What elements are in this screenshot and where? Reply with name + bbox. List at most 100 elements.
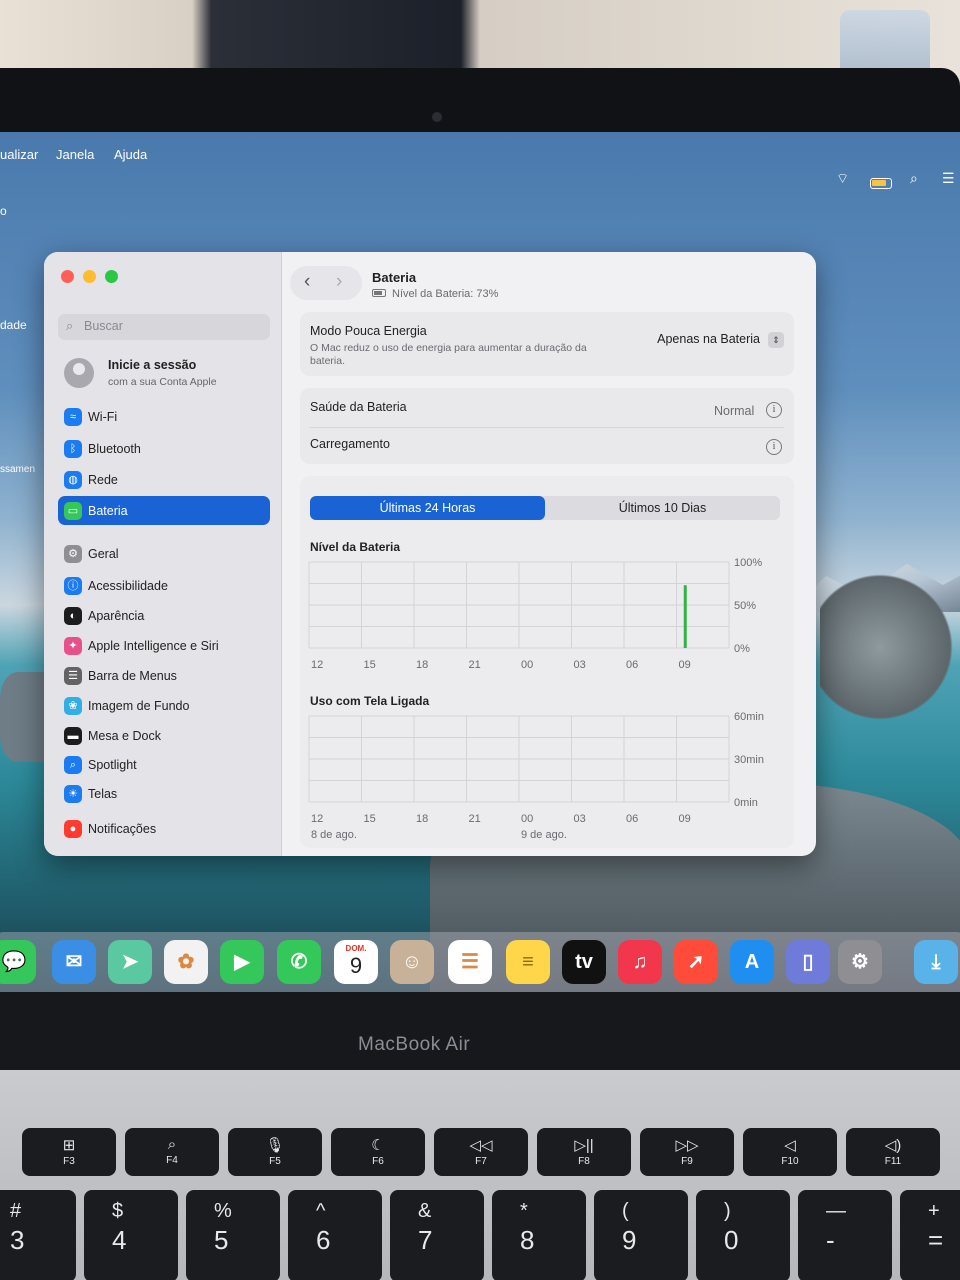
- low-power-popup[interactable]: Apenas na Bateria ⇕: [657, 332, 784, 348]
- battery-level-bar: [683, 585, 687, 648]
- number-key-=[interactable]: + =: [900, 1190, 960, 1280]
- battery-level-chart: 100% 50% 0% 12 15 18 21 00 03 06 09: [308, 558, 778, 686]
- fn-key-label: F10: [781, 1156, 799, 1167]
- fn-key-f6[interactable]: ☾ F6: [331, 1128, 425, 1176]
- appearance-icon: ◐: [64, 607, 82, 625]
- notes-icon[interactable]: ≡: [506, 940, 550, 984]
- sidebar-item-aparencia[interactable]: ◐ Aparência: [58, 601, 270, 630]
- calendar-icon[interactable]: DOM. 9: [334, 940, 378, 984]
- number-key--[interactable]: — -: [798, 1190, 892, 1280]
- sidebar-item-rede[interactable]: ◍ Rede: [58, 465, 270, 494]
- sidebar-item-label: Bateria: [88, 504, 128, 518]
- sidebar-item-bateria[interactable]: ▭ Bateria: [58, 496, 270, 525]
- music-icon[interactable]: ♫: [618, 940, 662, 984]
- spotlight-icon: ⌕: [64, 756, 82, 774]
- system-settings-icon[interactable]: ⚙: [838, 940, 882, 984]
- sidebar-item-label: Wi-Fi: [88, 410, 118, 424]
- number-key-6[interactable]: ^ 6: [288, 1190, 382, 1280]
- y-tick-label: 100%: [734, 558, 762, 569]
- sidebar-item-telas[interactable]: ☀ Telas: [58, 779, 270, 808]
- display-icon: ☀: [64, 785, 82, 803]
- system-settings-window: ⌕ Buscar Inicie a sessão com a sua Conta…: [44, 252, 816, 856]
- number-key-8[interactable]: * 8: [492, 1190, 586, 1280]
- menu-item-janela[interactable]: Janela: [56, 147, 94, 162]
- sidebar-item-spotlight[interactable]: ⌕ Spotlight: [58, 750, 270, 779]
- fn-key-f8[interactable]: ▷|| F8: [537, 1128, 631, 1176]
- number-key-9[interactable]: (9: [594, 1190, 688, 1280]
- fn-key-f7[interactable]: ◁◁ F7: [434, 1128, 528, 1176]
- fn-key-glyph: ◁: [784, 1137, 796, 1154]
- photos-icon[interactable]: ✿: [164, 940, 208, 984]
- fn-key-f4[interactable]: ⌕ F4: [125, 1128, 219, 1176]
- wifi-icon[interactable]: ⌔: [836, 170, 849, 188]
- battery-health-info-button[interactable]: i: [766, 402, 782, 418]
- number-key-7[interactable]: & 7: [390, 1190, 484, 1280]
- calendar-month: DOM.: [345, 944, 367, 953]
- fn-key-f5[interactable]: 🎙 F5: [228, 1128, 322, 1176]
- low-power-description: O Mac reduz o uso de energia para aument…: [310, 342, 587, 367]
- facetime-icon[interactable]: ▶: [220, 940, 264, 984]
- messages-icon[interactable]: 💬: [0, 940, 36, 984]
- sidebar-item-wi-fi[interactable]: ≈ Wi-Fi: [58, 402, 270, 431]
- contacts-icon[interactable]: ☺: [390, 940, 434, 984]
- app-store-icon[interactable]: A: [730, 940, 774, 984]
- zoom-button[interactable]: [105, 270, 118, 283]
- battery-icon[interactable]: [870, 178, 892, 189]
- forward-button[interactable]: ›: [336, 271, 342, 293]
- fn-key-glyph: ⌕: [167, 1136, 177, 1153]
- key-top-symbol: *: [520, 1200, 528, 1222]
- close-button[interactable]: [61, 270, 74, 283]
- y-tick-label: 0%: [734, 643, 750, 655]
- sidebar-item-mesa-e-dock[interactable]: ▬ Mesa e Dock: [58, 721, 270, 750]
- fn-key-label: F11: [884, 1156, 902, 1167]
- charging-info-button[interactable]: i: [766, 439, 782, 455]
- key-bottom-symbol: 9: [622, 1225, 637, 1255]
- sidebar-item-geral[interactable]: ⚙ Geral: [58, 539, 270, 568]
- globe-icon: ◍: [64, 471, 82, 489]
- sidebar-item-notificacoes[interactable]: ● Notificações: [58, 814, 270, 843]
- downloads-folder-icon[interactable]: ⤓: [914, 940, 958, 984]
- mail-icon[interactable]: ✉: [52, 940, 96, 984]
- key-top-symbol: $: [112, 1200, 124, 1222]
- key-top-symbol: &: [418, 1200, 432, 1222]
- tab-last-24-hours[interactable]: Últimas 24 Horas: [310, 496, 545, 520]
- number-key-3[interactable]: #3: [0, 1190, 76, 1280]
- fn-key-f10[interactable]: ◁ F10: [743, 1128, 837, 1176]
- menu-item-ajuda[interactable]: Ajuda: [114, 147, 147, 162]
- minimize-button[interactable]: [83, 270, 96, 283]
- tab-last-10-days[interactable]: Últimos 10 Dias: [545, 496, 780, 520]
- phone-icon[interactable]: ✆: [277, 940, 321, 984]
- reminders-icon[interactable]: ☰: [448, 940, 492, 984]
- apple-account-signin[interactable]: Inicie a sessão com a sua Conta Apple: [64, 354, 274, 394]
- sidebar-item-label: Geral: [88, 547, 119, 561]
- number-key-4[interactable]: $4: [84, 1190, 178, 1280]
- key-bottom-symbol: 8: [520, 1225, 535, 1255]
- sidebar-item-acessibilidade[interactable]: ⓘ Acessibilidade: [58, 571, 270, 600]
- fn-key-f3[interactable]: ⊞ F3: [22, 1128, 116, 1176]
- sidebar-item-apple-intelligence-e-siri[interactable]: ✦ Apple Intelligence e Siri: [58, 631, 270, 660]
- fn-key-f11[interactable]: ◁) F11: [846, 1128, 940, 1176]
- apple-tv-icon[interactable]: tv: [562, 940, 606, 984]
- sidebar-item-imagem-de-fundo[interactable]: ❀ Imagem de Fundo: [58, 691, 270, 720]
- rocket-icon[interactable]: ➚: [674, 940, 718, 984]
- iphone-mirroring-icon[interactable]: ▯: [786, 940, 830, 984]
- fn-key-label: F4: [166, 1155, 178, 1166]
- sidebar-item-bluetooth[interactable]: ᛒ Bluetooth: [58, 434, 270, 463]
- x-tick-label: 09: [679, 813, 691, 825]
- search-field[interactable]: ⌕ Buscar: [58, 314, 270, 340]
- menu-item-atualizar[interactable]: ualizar: [0, 147, 38, 162]
- fn-key-glyph: ◁): [884, 1137, 902, 1154]
- fn-key-label: F8: [578, 1156, 590, 1167]
- search-icon[interactable]: ⌕: [910, 170, 918, 187]
- fn-key-label: F3: [63, 1156, 75, 1167]
- control-center-icon[interactable]: ☰: [942, 170, 955, 187]
- maps-icon[interactable]: ➤: [108, 940, 152, 984]
- sidebar-item-barra-de-menus[interactable]: ☰ Barra de Menus: [58, 661, 270, 690]
- key-top-symbol: (: [622, 1200, 629, 1222]
- y-tick-label: 50%: [734, 600, 756, 612]
- fn-key-f9[interactable]: ▷▷ F9: [640, 1128, 734, 1176]
- number-key-5[interactable]: % 5: [186, 1190, 280, 1280]
- number-key-0[interactable]: ) 0: [696, 1190, 790, 1280]
- battery-info-card: Saúde da Bateria Normal i Carregamento i: [300, 388, 794, 464]
- back-button[interactable]: ‹: [304, 271, 310, 293]
